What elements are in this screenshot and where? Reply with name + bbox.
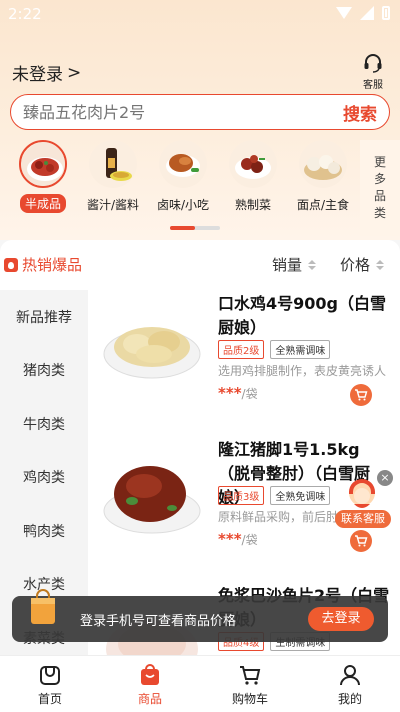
category-label: 酱汁/酱料 bbox=[86, 198, 140, 212]
add-to-cart-button[interactable] bbox=[350, 530, 372, 552]
cart-icon bbox=[355, 389, 368, 401]
headset-icon bbox=[364, 54, 382, 73]
sort-arrows-icon bbox=[308, 259, 317, 270]
battery-icon bbox=[382, 6, 390, 20]
category-label: 面点/主食 bbox=[296, 198, 350, 212]
sort-price-label: 价格 bbox=[340, 256, 371, 274]
login-link[interactable]: 未登录 > bbox=[12, 60, 82, 86]
product-image bbox=[102, 446, 202, 546]
bottom-tab-bar: 首页 商品 购物车 我的 bbox=[0, 655, 400, 712]
price-value: *** bbox=[218, 530, 242, 548]
bag-icon bbox=[141, 664, 159, 685]
sort-by-price[interactable]: 价格 bbox=[340, 254, 385, 275]
more-categories-char: 多 bbox=[373, 172, 386, 186]
braised-dish-icon bbox=[229, 140, 277, 188]
more-categories-char: 类 bbox=[373, 206, 386, 220]
side-nav-item-beef[interactable]: 牛肉类 bbox=[0, 397, 88, 451]
login-prompt-text: 登录手机号可查看商品价格 bbox=[80, 614, 237, 629]
category-sauce[interactable]: 酱汁/酱料 bbox=[78, 140, 148, 220]
cooking-tag: 全熟免调味 bbox=[270, 486, 331, 505]
close-icon[interactable]: × bbox=[377, 470, 393, 486]
tab-home[interactable]: 首页 bbox=[0, 656, 100, 712]
sort-by-sales[interactable]: 销量 bbox=[272, 254, 317, 275]
tab-label: 购物车 bbox=[231, 692, 268, 706]
braised-meat-plate-icon bbox=[19, 140, 67, 188]
product-tags: 品质2级 全熟需调味 bbox=[218, 340, 331, 359]
wifi-icon bbox=[336, 7, 352, 19]
status-bar: 2:22 bbox=[0, 0, 400, 28]
category-noodles-staples[interactable]: 面点/主食 bbox=[288, 140, 358, 220]
add-to-cart-button[interactable] bbox=[350, 384, 372, 406]
hot-products-tab[interactable]: 热销爆品 bbox=[4, 254, 82, 275]
floating-service-widget[interactable]: × 联系客服 bbox=[335, 470, 395, 530]
tab-label: 我的 bbox=[337, 692, 362, 706]
product-description: 原料鲜品采购，前后肘 bbox=[218, 510, 339, 524]
category-braised-snacks[interactable]: 卤味/小吃 bbox=[148, 140, 218, 220]
tab-label: 首页 bbox=[37, 692, 62, 706]
more-categories-button[interactable]: 更 多 品 类 bbox=[360, 140, 400, 236]
contact-service-label: 联系客服 bbox=[335, 510, 391, 528]
category-row: 半成品 酱汁/酱料 卤味/小吃 熟制菜 面点/主食 bbox=[8, 140, 358, 220]
product-card[interactable]: 口水鸡4号900g（白雪厨娘） 品质2级 全熟需调味 选用鸡排腿制作，表皮黄亮诱… bbox=[88, 292, 400, 440]
product-name: 口水鸡4号900g（白雪厨娘） bbox=[218, 294, 386, 337]
side-nav-item-duck[interactable]: 鸭肉类 bbox=[0, 504, 88, 558]
login-text: 未登录 bbox=[12, 65, 63, 85]
category-label: 卤味/小吃 bbox=[156, 198, 210, 212]
fire-icon bbox=[4, 257, 18, 272]
steamed-buns-icon bbox=[299, 140, 347, 188]
chevron-right-icon: > bbox=[67, 62, 82, 83]
sort-bar: 热销爆品 销量 价格 bbox=[0, 240, 400, 290]
product-description: 选用鸡排腿制作，表皮黄亮诱人 bbox=[218, 364, 387, 378]
status-icons bbox=[336, 6, 390, 20]
side-nav-item-new[interactable]: 新品推荐 bbox=[0, 290, 88, 344]
customer-service-button[interactable]: 客服 bbox=[356, 52, 390, 91]
tab-profile[interactable]: 我的 bbox=[300, 656, 400, 712]
status-time: 2:22 bbox=[8, 5, 42, 23]
search-bar: 搜索 bbox=[10, 94, 390, 130]
category-scroll-indicator bbox=[170, 226, 220, 230]
tab-cart[interactable]: 购物车 bbox=[200, 656, 300, 712]
go-login-button[interactable]: 去登录 bbox=[308, 607, 374, 631]
category-label: 熟制菜 bbox=[234, 198, 271, 212]
search-input[interactable] bbox=[11, 102, 343, 122]
search-button[interactable]: 搜索 bbox=[343, 100, 389, 125]
cart-icon bbox=[240, 666, 261, 685]
roast-duck-icon bbox=[159, 140, 207, 188]
category-cooked-dishes[interactable]: 熟制菜 bbox=[218, 140, 288, 220]
hot-tab-label: 热销爆品 bbox=[22, 256, 83, 274]
service-avatar-icon bbox=[341, 478, 383, 512]
product-price: ***/袋 bbox=[218, 530, 258, 548]
side-nav-item-chicken[interactable]: 鸡肉类 bbox=[0, 451, 88, 505]
quality-grade-tag: 品质2级 bbox=[218, 340, 265, 359]
sort-arrows-icon bbox=[376, 259, 385, 270]
shopping-bag-icon bbox=[28, 586, 58, 626]
category-semi-finished[interactable]: 半成品 bbox=[8, 140, 78, 220]
price-value: *** bbox=[218, 384, 242, 402]
cooking-tag: 全熟需调味 bbox=[270, 340, 331, 359]
quality-grade-tag: 品质3级 bbox=[218, 486, 265, 505]
more-categories-char: 更 bbox=[373, 155, 386, 169]
service-label: 客服 bbox=[363, 80, 383, 91]
price-unit: /袋 bbox=[241, 387, 258, 401]
home-icon bbox=[40, 666, 60, 685]
product-tags: 品质3级 全熟免调味 bbox=[218, 486, 331, 505]
cell-signal-icon bbox=[360, 6, 374, 20]
more-categories-char: 品 bbox=[373, 189, 386, 203]
cart-icon bbox=[355, 535, 368, 547]
side-nav-item-pork[interactable]: 猪肉类 bbox=[0, 344, 88, 398]
tab-products[interactable]: 商品 bbox=[100, 656, 200, 712]
tab-label: 商品 bbox=[137, 692, 162, 706]
login-prompt-toast: 登录手机号可查看商品价格 去登录 bbox=[12, 589, 388, 642]
sauce-bottle-icon bbox=[89, 140, 137, 188]
price-unit: /袋 bbox=[241, 533, 258, 547]
sort-sales-label: 销量 bbox=[272, 256, 303, 274]
product-price: ***/袋 bbox=[218, 384, 258, 402]
product-image bbox=[102, 292, 202, 392]
category-label: 半成品 bbox=[19, 194, 66, 213]
user-icon bbox=[340, 665, 360, 686]
